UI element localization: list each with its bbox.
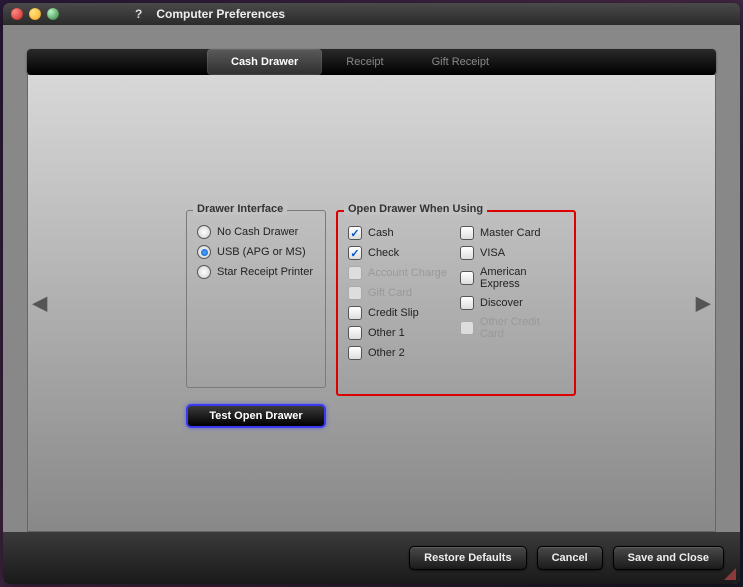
preferences-window: ? Computer Preferences Cash Drawer Recei… bbox=[3, 3, 740, 584]
checkbox-icon bbox=[348, 326, 362, 340]
checkbox-label: Master Card bbox=[480, 227, 541, 239]
save-and-close-button[interactable]: Save and Close bbox=[613, 546, 724, 570]
cancel-button[interactable]: Cancel bbox=[537, 546, 603, 570]
checkbox-icon bbox=[460, 226, 474, 240]
checkbox-icon bbox=[460, 296, 474, 310]
close-icon[interactable] bbox=[11, 8, 23, 20]
checkbox-label: Credit Slip bbox=[368, 307, 419, 319]
radio-icon bbox=[197, 225, 211, 239]
help-icon[interactable]: ? bbox=[135, 7, 142, 21]
checkbox-icon bbox=[348, 306, 362, 320]
open-drawer-when-legend: Open Drawer When Using bbox=[344, 203, 487, 215]
checkbox-icon bbox=[460, 246, 474, 260]
radio-label: Star Receipt Printer bbox=[217, 266, 313, 278]
checkbox-mastercard[interactable]: Master Card bbox=[460, 226, 564, 240]
next-page-icon[interactable]: ▶ bbox=[696, 291, 711, 316]
checkbox-icon bbox=[348, 226, 362, 240]
drawer-interface-legend: Drawer Interface bbox=[193, 203, 287, 215]
traffic-lights bbox=[11, 8, 59, 20]
settings-panel: ◀ ▶ Drawer Interface No Cash Drawer USB … bbox=[27, 75, 716, 532]
radio-icon bbox=[197, 245, 211, 259]
checkbox-label: Discover bbox=[480, 297, 523, 309]
checkbox-icon bbox=[348, 346, 362, 360]
radio-label: No Cash Drawer bbox=[217, 226, 298, 238]
drawer-interface-group: Drawer Interface No Cash Drawer USB (APG… bbox=[186, 210, 326, 388]
checkbox-icon bbox=[348, 246, 362, 260]
footer-bar: Restore Defaults Cancel Save and Close bbox=[3, 532, 740, 584]
restore-defaults-button[interactable]: Restore Defaults bbox=[409, 546, 526, 570]
checkbox-label: Other 2 bbox=[368, 347, 405, 359]
tab-cash-drawer[interactable]: Cash Drawer bbox=[207, 49, 322, 75]
checkbox-amex[interactable]: American Express bbox=[460, 266, 564, 290]
checkbox-label: Gift Card bbox=[368, 287, 412, 299]
checkbox-check[interactable]: Check bbox=[348, 246, 452, 260]
checkbox-discover[interactable]: Discover bbox=[460, 296, 564, 310]
checkbox-other-credit-card: Other Credit Card bbox=[460, 316, 564, 340]
prev-page-icon[interactable]: ◀ bbox=[32, 291, 47, 316]
checkbox-icon bbox=[460, 321, 474, 335]
checkbox-account-charge: Account Charge bbox=[348, 266, 452, 280]
checkbox-label: Cash bbox=[368, 227, 394, 239]
zoom-icon[interactable] bbox=[47, 8, 59, 20]
checkbox-cash[interactable]: Cash bbox=[348, 226, 452, 240]
checkbox-other1[interactable]: Other 1 bbox=[348, 326, 452, 340]
radio-label: USB (APG or MS) bbox=[217, 246, 306, 258]
open-drawer-when-group: Open Drawer When Using Cash Check bbox=[336, 210, 576, 396]
checkbox-label: VISA bbox=[480, 247, 505, 259]
checkbox-label: Other 1 bbox=[368, 327, 405, 339]
checkbox-gift-card: Gift Card bbox=[348, 286, 452, 300]
checkbox-icon bbox=[348, 266, 362, 280]
checkbox-label: Account Charge bbox=[368, 267, 447, 279]
checkbox-label: Check bbox=[368, 247, 399, 259]
checkbox-icon bbox=[460, 271, 474, 285]
minimize-icon[interactable] bbox=[29, 8, 41, 20]
titlebar: ? Computer Preferences bbox=[3, 3, 740, 25]
window-title: Computer Preferences bbox=[156, 7, 285, 21]
radio-star-printer[interactable]: Star Receipt Printer bbox=[197, 265, 315, 279]
tab-gift-receipt[interactable]: Gift Receipt bbox=[408, 49, 513, 75]
radio-no-cash-drawer[interactable]: No Cash Drawer bbox=[197, 225, 315, 239]
test-open-drawer-button[interactable]: Test Open Drawer bbox=[186, 404, 326, 428]
checkbox-label: Other Credit Card bbox=[480, 316, 564, 340]
tab-receipt[interactable]: Receipt bbox=[322, 49, 407, 75]
checkbox-icon bbox=[348, 286, 362, 300]
checkbox-visa[interactable]: VISA bbox=[460, 246, 564, 260]
checkbox-credit-slip[interactable]: Credit Slip bbox=[348, 306, 452, 320]
radio-usb[interactable]: USB (APG or MS) bbox=[197, 245, 315, 259]
tab-bar: Cash Drawer Receipt Gift Receipt bbox=[27, 49, 716, 75]
radio-icon bbox=[197, 265, 211, 279]
checkbox-other2[interactable]: Other 2 bbox=[348, 346, 452, 360]
checkbox-label: American Express bbox=[480, 266, 564, 290]
content-area: Cash Drawer Receipt Gift Receipt ◀ ▶ Dra… bbox=[3, 25, 740, 584]
